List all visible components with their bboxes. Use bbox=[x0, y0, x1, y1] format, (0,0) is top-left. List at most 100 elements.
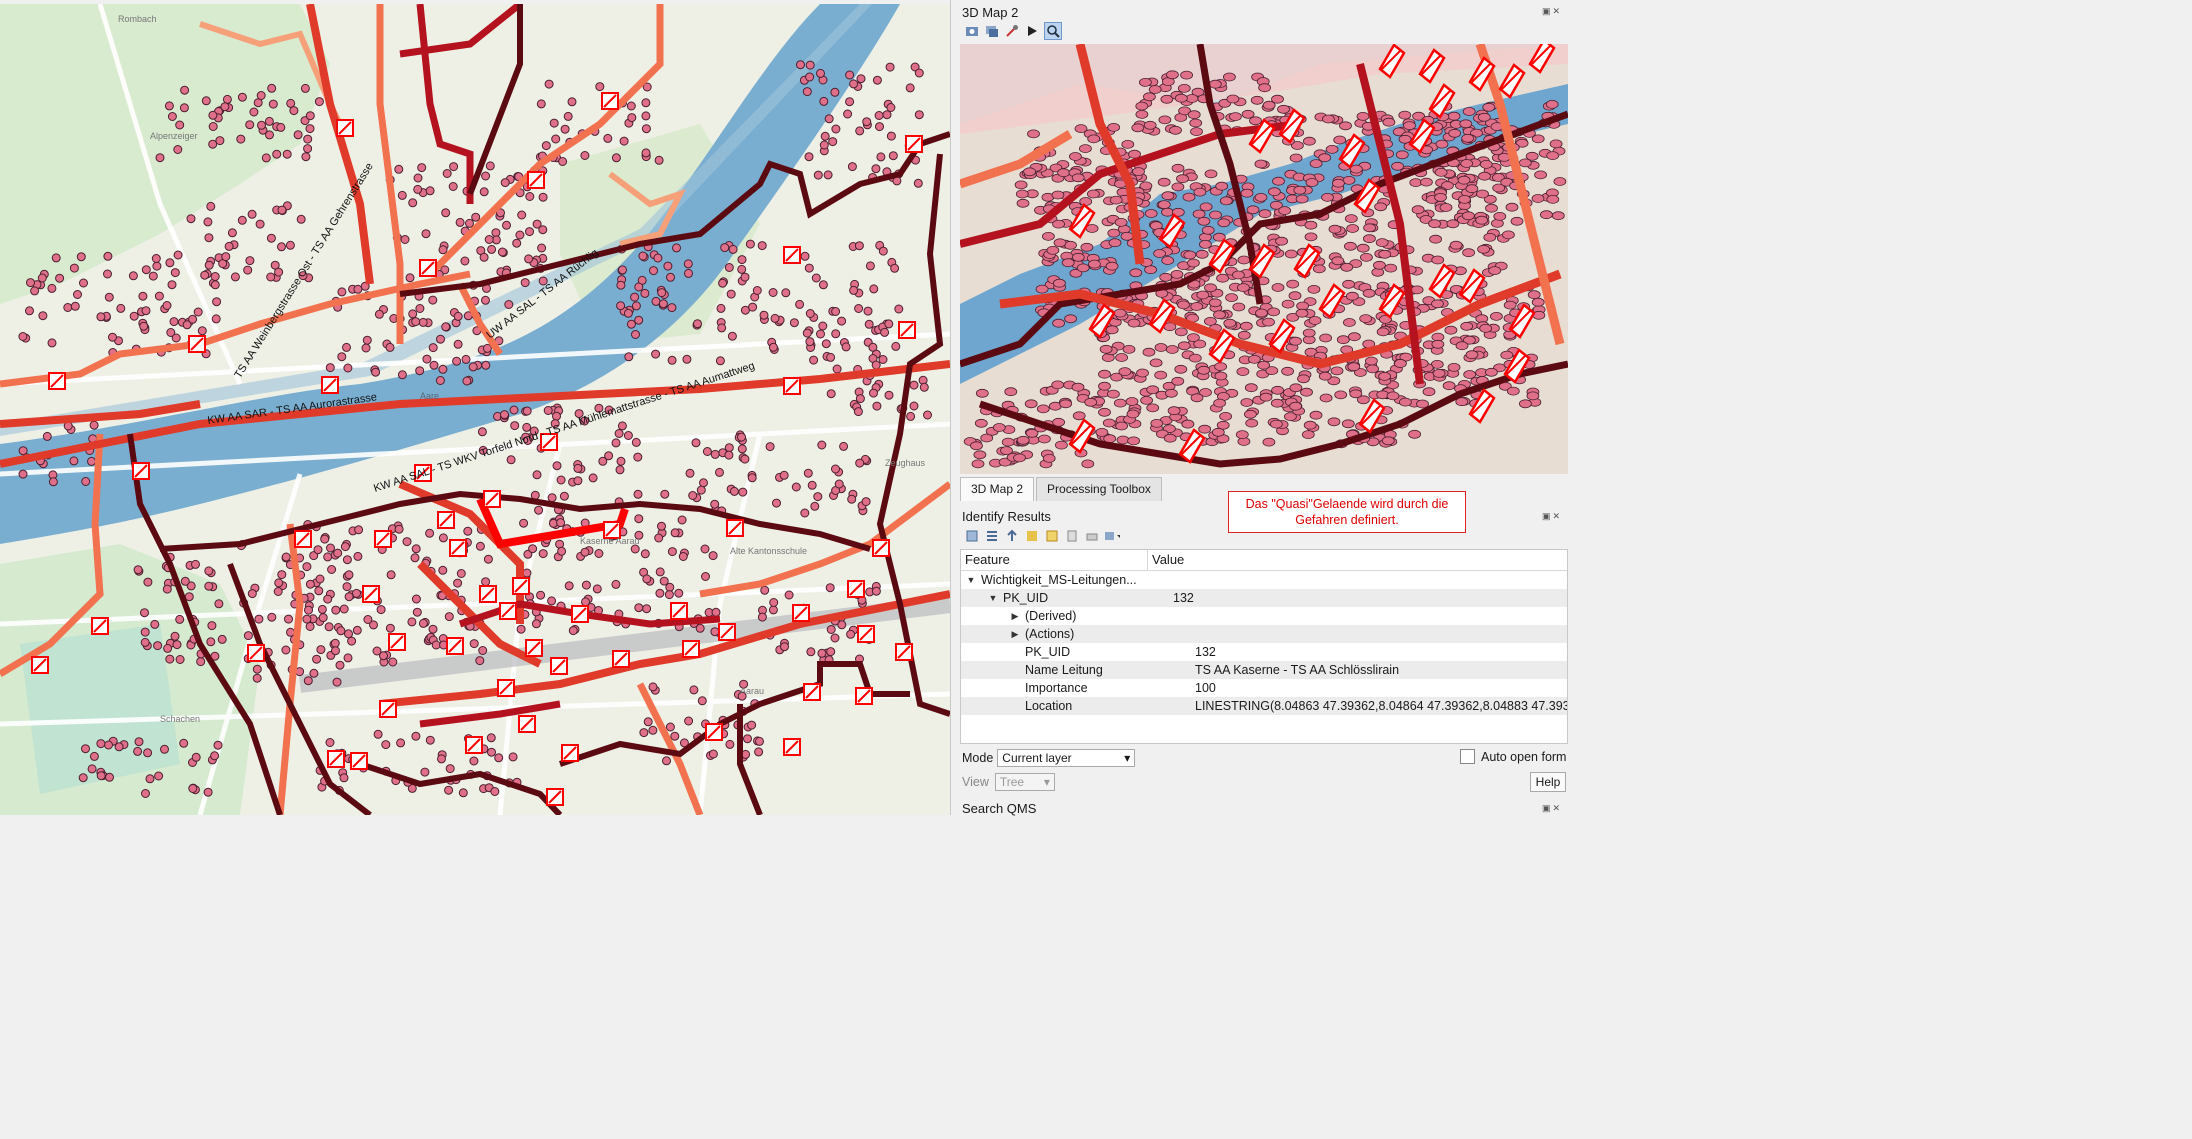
hazard-marker[interactable] bbox=[783, 738, 801, 756]
help-button[interactable]: Help bbox=[1530, 772, 1566, 792]
hazard-marker[interactable] bbox=[449, 539, 467, 557]
tree-row[interactable]: ▼ Wichtigkeit_MS-Leitungen... bbox=[961, 571, 1567, 589]
building-point bbox=[413, 184, 423, 194]
play-icon[interactable] bbox=[1024, 23, 1040, 39]
hazard-marker[interactable] bbox=[479, 585, 497, 603]
hazard-marker[interactable] bbox=[670, 602, 688, 620]
hazard-marker[interactable] bbox=[91, 617, 109, 635]
hazard-marker[interactable] bbox=[783, 377, 801, 395]
identify-results-tree[interactable]: Feature Value ▼ Wichtigkeit_MS-Leitungen.… bbox=[960, 549, 1568, 744]
hazard-marker[interactable] bbox=[497, 679, 515, 697]
expand-arrow-icon[interactable]: ▼ bbox=[965, 575, 977, 585]
hazard-marker[interactable] bbox=[571, 605, 589, 623]
hazard-marker[interactable] bbox=[905, 135, 923, 153]
hazard-marker[interactable] bbox=[483, 490, 501, 508]
hazard-marker[interactable] bbox=[362, 585, 380, 603]
hazard-marker[interactable] bbox=[336, 119, 354, 137]
tool-icon[interactable] bbox=[1004, 23, 1020, 39]
tree-row[interactable]: PK_UID 132 bbox=[961, 643, 1567, 661]
hazard-marker[interactable] bbox=[321, 376, 339, 394]
tree-row[interactable]: ▶ (Actions) bbox=[961, 625, 1567, 643]
identify-dock-buttons[interactable]: ▣✕ bbox=[1542, 511, 1562, 522]
collapse-icon[interactable] bbox=[1004, 528, 1020, 544]
map3d-canvas[interactable] bbox=[960, 44, 1568, 474]
column-feature-header[interactable]: Feature bbox=[961, 550, 1148, 570]
tree-row[interactable]: ▼ PK_UID 132 bbox=[961, 589, 1567, 607]
hazard-marker[interactable] bbox=[726, 519, 744, 537]
hazard-marker[interactable] bbox=[803, 683, 821, 701]
hazard-marker[interactable] bbox=[419, 259, 437, 277]
dock-float-close-buttons[interactable]: ▣✕ bbox=[1542, 6, 1562, 17]
auto-open-checkbox[interactable] bbox=[1460, 749, 1475, 764]
hazard-marker[interactable] bbox=[857, 625, 875, 643]
hazard-marker[interactable] bbox=[792, 604, 810, 622]
tree-row[interactable]: Name Leitung TS AA Kaserne - TS AA Schlös… bbox=[961, 661, 1567, 679]
tree-row[interactable]: Importance 100 bbox=[961, 679, 1567, 697]
tab-processing-toolbox[interactable]: Processing Toolbox bbox=[1036, 477, 1162, 501]
hazard-marker[interactable] bbox=[601, 92, 619, 110]
3d-building-point bbox=[1204, 169, 1218, 179]
hazard-marker[interactable] bbox=[247, 644, 265, 662]
map-svg[interactable]: TS AA Weinbergstrasse Ost - TS AA Gehren… bbox=[0, 4, 950, 815]
expand-arrow-icon[interactable]: ▼ bbox=[987, 593, 999, 603]
expand-arrow-icon[interactable]: ▶ bbox=[1009, 611, 1021, 622]
hazard-marker[interactable] bbox=[327, 750, 345, 768]
expand-arrow-icon[interactable]: ▶ bbox=[1009, 629, 1021, 640]
hazard-marker[interactable] bbox=[561, 744, 579, 762]
map-canvas[interactable]: TS AA Weinbergstrasse Ost - TS AA Gehren… bbox=[0, 4, 950, 815]
tab-3d-map[interactable]: 3D Map 2 bbox=[960, 477, 1035, 501]
hazard-marker[interactable] bbox=[437, 511, 455, 529]
hazard-marker[interactable] bbox=[379, 700, 397, 718]
hazard-marker[interactable] bbox=[783, 246, 801, 264]
mode-select[interactable]: Current layer ▾ bbox=[997, 749, 1136, 767]
hazard-marker[interactable] bbox=[718, 623, 736, 641]
hazard-marker[interactable] bbox=[374, 530, 392, 548]
print-icon[interactable] bbox=[1084, 528, 1100, 544]
hazard-marker[interactable] bbox=[48, 372, 66, 390]
expand-icon[interactable] bbox=[984, 528, 1000, 544]
hazard-marker[interactable] bbox=[31, 656, 49, 674]
clear-results-icon[interactable] bbox=[1024, 528, 1040, 544]
column-value-header[interactable]: Value bbox=[1148, 550, 1188, 570]
hazard-marker[interactable] bbox=[350, 752, 368, 770]
map3d-view[interactable] bbox=[960, 44, 1568, 474]
hazard-marker[interactable] bbox=[546, 788, 564, 806]
3d-building-point bbox=[1378, 249, 1392, 259]
hazard-marker[interactable] bbox=[294, 530, 312, 548]
mode-select-value: Current layer bbox=[1002, 751, 1072, 765]
layers-icon[interactable] bbox=[984, 23, 1000, 39]
settings-dropdown-icon[interactable] bbox=[1104, 528, 1120, 544]
hazard-marker[interactable] bbox=[872, 539, 890, 557]
hazard-marker[interactable] bbox=[550, 657, 568, 675]
camera-icon[interactable] bbox=[964, 23, 980, 39]
hazard-marker[interactable] bbox=[527, 171, 545, 189]
expand-tree-icon[interactable] bbox=[964, 528, 980, 544]
hazard-marker[interactable] bbox=[855, 687, 873, 705]
hazard-marker[interactable] bbox=[682, 640, 700, 658]
hazard-marker[interactable] bbox=[705, 723, 723, 741]
select-feature-icon[interactable] bbox=[1044, 528, 1060, 544]
hazard-marker[interactable] bbox=[898, 321, 916, 339]
hazard-marker[interactable] bbox=[512, 577, 530, 595]
hazard-marker[interactable] bbox=[518, 715, 536, 733]
hazard-marker[interactable] bbox=[446, 637, 464, 655]
hazard-marker[interactable] bbox=[847, 580, 865, 598]
3d-building-point bbox=[1391, 161, 1405, 171]
view-select[interactable]: Tree ▾ bbox=[994, 773, 1055, 791]
hazard-marker[interactable] bbox=[612, 650, 630, 668]
hazard-marker[interactable] bbox=[465, 736, 483, 754]
zoom-icon[interactable] bbox=[1044, 22, 1062, 40]
building-point bbox=[481, 360, 491, 370]
hazard-marker[interactable] bbox=[525, 639, 543, 657]
hazard-marker[interactable] bbox=[895, 643, 913, 661]
tree-row[interactable]: Location LINESTRING(8.04863 47.39362,8.04… bbox=[961, 697, 1567, 715]
tree-row[interactable]: ▶ (Derived) bbox=[961, 607, 1567, 625]
qms-dock-buttons[interactable]: ▣✕ bbox=[1542, 803, 1562, 814]
building-point bbox=[547, 596, 557, 606]
hazard-marker[interactable] bbox=[132, 462, 150, 480]
copy-icon[interactable] bbox=[1064, 528, 1080, 544]
hazard-marker[interactable] bbox=[499, 602, 517, 620]
3d-building-point bbox=[1000, 446, 1013, 456]
hazard-marker[interactable] bbox=[188, 335, 206, 353]
hazard-marker[interactable] bbox=[388, 633, 406, 651]
